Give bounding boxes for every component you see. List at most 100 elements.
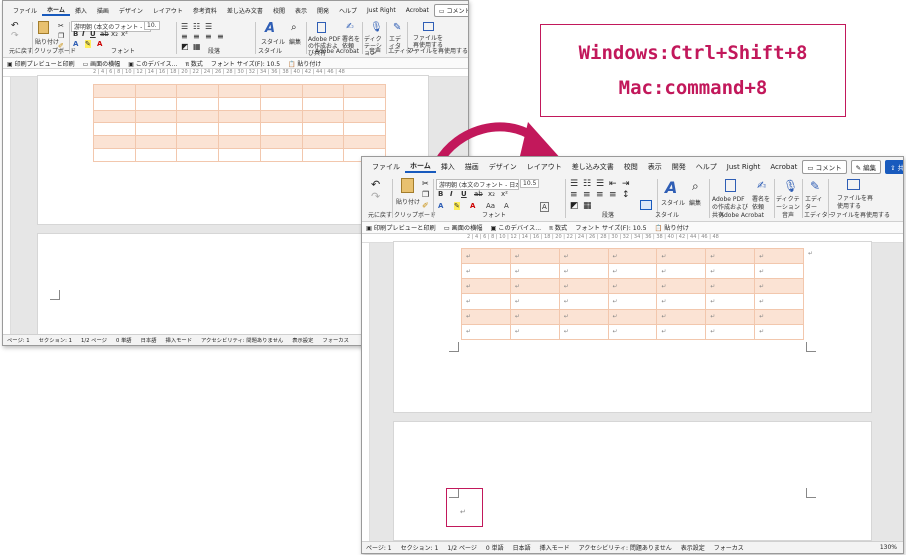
status-words[interactable]: 0 単語: [486, 543, 504, 552]
align-left-icon[interactable]: ≡: [570, 190, 578, 200]
status-focus[interactable]: フォーカス: [322, 336, 349, 344]
increase-indent-icon[interactable]: ⇥: [622, 179, 630, 189]
status-section[interactable]: セクション: 1: [39, 336, 72, 344]
qat-device[interactable]: ▣ このデバイス...: [490, 223, 541, 232]
decrease-indent-icon[interactable]: ⇤: [609, 179, 617, 189]
edit-mode-button[interactable]: ✎ 編集: [850, 159, 882, 174]
shading-icon[interactable]: ◩: [570, 201, 579, 211]
multilevel-list-icon[interactable]: ☰: [205, 22, 212, 31]
borders-icon[interactable]: ▦: [193, 42, 201, 51]
tab-just-right[interactable]: Just Right: [362, 7, 401, 14]
line-spacing-icon[interactable]: ↕: [622, 190, 630, 200]
show-hide-marks-icon[interactable]: [640, 200, 652, 210]
qat-print-preview[interactable]: ▣ 印刷プレビューと印刷: [366, 223, 436, 232]
editing-button[interactable]: 編集: [289, 37, 301, 46]
tab-insert[interactable]: 挿入: [70, 6, 92, 15]
multilevel-list-icon[interactable]: ☰: [596, 179, 604, 189]
status-display-settings[interactable]: 表示設定: [681, 543, 705, 552]
status-language[interactable]: 日本語: [141, 336, 157, 344]
underline-icon[interactable]: U: [90, 30, 96, 38]
font-size-grow-icon[interactable]: Aa: [486, 202, 495, 210]
status-page[interactable]: ページ: 1: [7, 336, 30, 344]
styles-icon[interactable]: A: [665, 178, 677, 197]
font-color-icon[interactable]: A: [97, 40, 102, 48]
highlight-icon[interactable]: ✎: [85, 40, 91, 48]
qat-screen-layout[interactable]: ▭ 画面の横幅: [444, 223, 483, 232]
justify-icon[interactable]: ≡: [217, 32, 224, 41]
tab-acrobat[interactable]: Acrobat: [765, 163, 802, 171]
font-color-icon[interactable]: A: [470, 202, 475, 210]
status-pages[interactable]: 1/2 ページ: [81, 336, 107, 344]
underline-icon[interactable]: U: [461, 190, 467, 198]
sign-icon[interactable]: ✍: [757, 179, 766, 192]
microphone-icon[interactable]: 🎙: [370, 22, 383, 33]
align-center-icon[interactable]: ≡: [583, 190, 591, 200]
styles-icon[interactable]: A: [265, 21, 275, 36]
qat-paste[interactable]: 📋 貼り付け: [288, 59, 321, 68]
align-left-icon[interactable]: ≡: [181, 32, 188, 41]
tab-view[interactable]: 表示: [290, 6, 312, 15]
tab-developer[interactable]: 開発: [312, 6, 334, 15]
tab-review[interactable]: 校閲: [619, 162, 643, 172]
redo-icon[interactable]: ↷: [371, 190, 380, 203]
status-words[interactable]: 0 単語: [116, 336, 132, 344]
tab-design[interactable]: デザイン: [114, 6, 148, 15]
copy-icon[interactable]: ❐: [422, 190, 429, 199]
italic-icon[interactable]: I: [450, 190, 453, 198]
editor-icon[interactable]: ✎: [810, 179, 820, 193]
tab-layout[interactable]: レイアウト: [148, 6, 188, 15]
cut-icon[interactable]: ✂: [422, 179, 429, 188]
pdf-icon[interactable]: [725, 179, 736, 192]
text-effects-icon[interactable]: A: [438, 202, 443, 210]
tab-draw[interactable]: 描画: [92, 6, 114, 15]
qat-format[interactable]: π 数式: [549, 223, 567, 232]
status-language[interactable]: 日本語: [513, 543, 531, 552]
tab-help[interactable]: ヘルプ: [691, 162, 722, 172]
italic-icon[interactable]: I: [82, 30, 85, 38]
font-size-select[interactable]: 10.5: [520, 179, 540, 188]
status-accessibility[interactable]: アクセシビリティ: 問題ありません: [201, 336, 283, 344]
format-painter-icon[interactable]: ✐: [422, 201, 429, 210]
sign-icon[interactable]: ✍: [346, 22, 354, 32]
tab-design[interactable]: デザイン: [484, 162, 522, 172]
font-name-select[interactable]: 游明朝 (本文のフォント - 日本語: [436, 179, 519, 190]
qat-paste[interactable]: 📋 貼り付け: [655, 223, 689, 232]
tab-insert[interactable]: 挿入: [436, 162, 460, 172]
subscript-icon[interactable]: x₂: [111, 30, 118, 38]
paste-label[interactable]: 貼り付け: [396, 197, 420, 206]
status-insert-mode[interactable]: 挿入モード: [540, 543, 570, 552]
align-right-icon[interactable]: ≡: [596, 190, 604, 200]
qat-format[interactable]: π 数式: [185, 59, 203, 68]
tab-home[interactable]: ホーム: [42, 5, 70, 16]
status-display-settings[interactable]: 表示設定: [292, 336, 313, 344]
styles-button[interactable]: スタイル: [661, 198, 685, 207]
paste-icon[interactable]: [38, 21, 49, 34]
numbering-icon[interactable]: ☷: [193, 22, 200, 31]
status-section[interactable]: セクション: 1: [401, 543, 439, 552]
paste-label[interactable]: 貼り付け: [35, 37, 59, 46]
status-page[interactable]: ページ: 1: [366, 543, 392, 552]
qat-font-size[interactable]: フォント サイズ(F): 10.5: [575, 223, 646, 232]
tab-developer[interactable]: 開発: [667, 162, 691, 172]
tab-file[interactable]: ファイル: [367, 162, 405, 172]
editor-icon[interactable]: ✎: [393, 22, 401, 33]
paste-icon[interactable]: [401, 178, 414, 193]
shading-icon[interactable]: ◩: [181, 42, 189, 51]
superscript-icon[interactable]: x²: [501, 190, 508, 198]
status-insert-mode[interactable]: 挿入モード: [166, 336, 193, 344]
highlight-icon[interactable]: ✎: [454, 202, 460, 210]
editing-button[interactable]: 編集: [689, 198, 701, 207]
undo-icon[interactable]: ↶: [11, 21, 19, 31]
tab-mailings[interactable]: 差し込み文書: [222, 6, 268, 15]
bold-icon[interactable]: B: [438, 190, 443, 198]
microphone-icon[interactable]: 🎙: [783, 179, 798, 193]
zoom-level[interactable]: 130%: [880, 544, 903, 551]
justify-icon[interactable]: ≡: [609, 190, 617, 200]
status-pages[interactable]: 1/2 ページ: [447, 543, 476, 552]
bullets-icon[interactable]: ☰: [181, 22, 188, 31]
tab-layout[interactable]: レイアウト: [522, 162, 567, 172]
strikethrough-icon[interactable]: ab: [100, 30, 109, 38]
qat-screen-layout[interactable]: ▭ 画面の横幅: [83, 59, 121, 68]
align-right-icon[interactable]: ≡: [205, 32, 212, 41]
qat-font-size[interactable]: フォント サイズ(F): 10.5: [211, 59, 280, 68]
